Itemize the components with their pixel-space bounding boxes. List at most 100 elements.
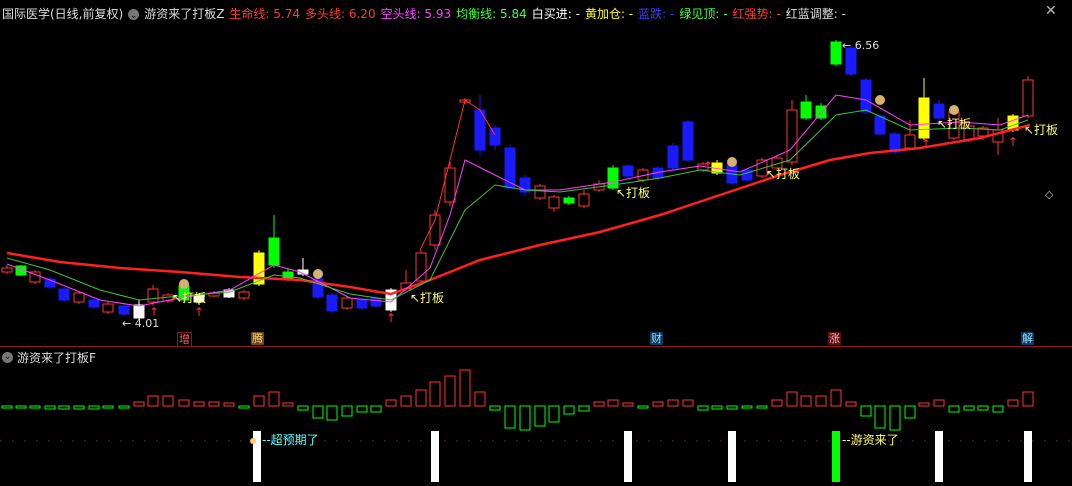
indicator-bar [15,405,27,409]
candle-body [830,41,842,65]
money-bag-icon [313,269,323,279]
money-bag-icon [727,157,737,167]
indicator-0: 生命线: 5.74 [229,7,300,21]
indicator-bar [992,405,1004,413]
signal-dot [250,438,256,444]
candle-body [622,165,634,177]
board-signal-label: ↖打板 [172,291,206,305]
indicator-bar [268,391,280,407]
candle-body [356,299,368,309]
chevron-down-icon[interactable]: ⌄ [128,8,140,21]
indicator-bar [208,401,220,407]
indicator-bar [667,399,679,407]
indicator-8: 红强势: - [732,7,781,21]
signal-column [832,431,840,482]
candle-body [1,267,13,273]
indicator-bar [637,405,649,409]
indicator-2: 空头线: 5.93 [380,7,452,21]
indicator-bar [312,405,324,419]
candle-body [102,303,114,313]
indicator-bar [652,401,664,407]
candle-body [904,134,916,149]
indicator-9: 红蓝调整: - [785,7,846,21]
candle-body [282,271,294,280]
candle-body [88,299,100,308]
indicator-bar [178,399,190,407]
indicator-bar [771,399,783,407]
sub-chart-panel[interactable]: --超预期了 --游资来了 [0,347,1072,482]
indicator-bar [1022,391,1034,407]
candle-body [860,79,872,113]
indicator-bar [860,405,872,417]
up-arrow-icon: ↑ [386,311,396,325]
signal-column [935,431,943,482]
indicator-bar [578,405,590,412]
tag-zeng[interactable]: 增 [177,332,192,347]
indicator-bar [341,405,353,417]
candle-body [815,105,827,119]
indicator-bar [815,395,827,407]
indicator-bar [429,381,441,407]
indicator-bar [711,405,723,410]
up-arrow-icon: ↑ [149,305,159,319]
candle-body [326,294,338,312]
indicator-bar [253,395,265,407]
candle-body [682,121,694,161]
indicator-bar [385,399,397,407]
indicator-3: 均衡线: 5.84 [456,7,527,21]
candle-body [147,288,159,303]
indicator-bar [563,405,575,415]
tag-jie[interactable]: 解 [1021,332,1034,345]
indicator-bar [400,395,412,407]
signal-label-2: --游资来了 [842,433,899,447]
tag-cai[interactable]: 财 [650,332,663,345]
volume-indicator-chart[interactable]: --超预期了 --游资来了 [0,347,1072,482]
candle-body [918,97,930,139]
candle-body [800,101,812,119]
candle-body [534,185,546,199]
indicator-name[interactable]: 游资来了打板Z [144,7,224,21]
indicator-bar [238,405,250,409]
indicator-bar [697,405,709,411]
money-bag-icon [179,279,189,289]
board-signal-label: ↖打板 [1024,123,1058,137]
indicator-bar [370,405,382,413]
signal-column [728,431,736,482]
indicator-bar [593,401,605,407]
indicator-bar [474,391,486,407]
main-chart-panel[interactable]: ← 6.56 ← 4.01 ↖打板 ↖打板 ↖打板 ↖打板 ↖打板 ↖打板 ↑ ↑ ↑ ↑ ↑ ↑ [0,0,1072,346]
candle-body [1022,79,1034,117]
candle-body [58,288,70,301]
indicator-bar [756,405,768,409]
indicator-7: 绿见顶: - [679,7,728,21]
candle-body [118,305,130,315]
indicator-bar [58,405,70,410]
candlestick-chart[interactable]: ← 6.56← 4.01↖打板 ↖打板↖打板↖打板↖打板 ↖打板↑ ↑ ↑↑↑ ↑ [0,0,1072,346]
indicator-5: 黄加仓: - [584,7,634,21]
expand-icon[interactable]: ◇ [1045,188,1053,201]
up-arrow-icon: ↑ [921,137,931,151]
close-icon[interactable]: ✕ [1045,3,1057,19]
money-bag-icon [949,105,959,115]
board-signal-label: ↖打板 [616,186,650,200]
candle-body [268,237,280,266]
indicator-bar [682,399,694,407]
candle-body [578,193,590,207]
board-signal-label: ↖打板 [410,291,444,305]
indicator-bar [223,402,235,407]
indicator-bar [786,391,798,407]
stock-title[interactable]: 国际医学(日线,前复权) [2,7,123,21]
indicator-bar [726,405,738,410]
signal-column [431,431,439,482]
tag-zhang[interactable]: 涨 [828,332,841,345]
signal-column [624,431,632,482]
indicator-bar [519,405,531,431]
indicator-bar [415,389,427,407]
up-arrow-icon: ↑ [703,159,713,173]
candle-body [238,291,250,299]
indicator-bar [282,402,294,407]
indicator-bar [297,405,309,411]
up-arrow-icon: ↑ [1008,135,1018,149]
tag-teng[interactable]: 腾 [251,332,264,345]
indicator-bar [73,405,85,410]
